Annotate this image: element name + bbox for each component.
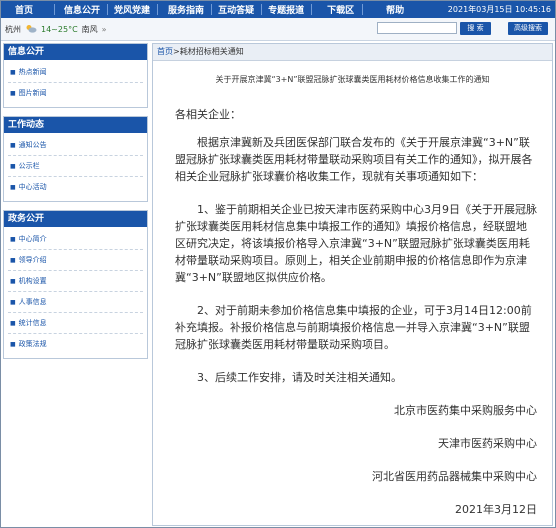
article-title: 关于开展京津冀“3+N”联盟冠脉扩张球囊类医用耗材价格信息收集工作的通知 xyxy=(215,75,490,84)
sidebar-item-hot-news[interactable]: ■ 热点新闻 xyxy=(8,62,143,83)
sidebar-item-notices[interactable]: ■ 通知公告 xyxy=(8,135,143,156)
signature-date: 2021年3月12日 xyxy=(455,503,537,516)
sidebar-item-organization[interactable]: ■ 机构设置 xyxy=(8,271,143,292)
breadcrumb: 首页>耗材招标相关通知 xyxy=(153,44,552,61)
search-button[interactable]: 搜 索 xyxy=(460,22,491,35)
weather-city: 杭州 xyxy=(5,25,21,34)
article-paragraph: 3、后续工作安排，请及时关注相关通知。 xyxy=(197,371,402,384)
signature-org: 河北省医用药品器械集中采购中心 xyxy=(372,470,537,483)
sidebar-item-leaders[interactable]: ■ 领导介绍 xyxy=(8,250,143,271)
main-content: 首页>耗材招标相关通知 关于开展京津冀“3+N”联盟冠脉扩张球囊类医用耗材价格信… xyxy=(152,43,553,526)
article-paragraph: 根据京津冀新及兵团医保部门联合发布的《关于开展京津冀“3+N”联盟冠脉扩张球囊类… xyxy=(175,136,533,183)
sidebar-item-intro[interactable]: ■ 中心简介 xyxy=(8,229,143,250)
advanced-search-button[interactable]: 高级搜索 xyxy=(508,22,548,35)
chevron-right-icon: » xyxy=(101,25,107,34)
sidebar-panel-title: 政务公开 xyxy=(4,211,147,227)
sidebar-item-photo-news[interactable]: ■ 图片新闻 xyxy=(8,83,143,103)
nav-separator xyxy=(157,4,159,15)
sidebar-item-policies[interactable]: ■ 政策法规 xyxy=(8,334,143,354)
nav-home[interactable]: 首页 xyxy=(15,3,33,16)
nav-separator xyxy=(211,4,213,15)
bullet-icon: ■ xyxy=(10,319,16,327)
bullet-icon: ■ xyxy=(10,235,16,243)
nav-separator xyxy=(362,4,364,15)
bullet-icon: ■ xyxy=(10,162,16,170)
sidebar-item-statistics[interactable]: ■ 统计信息 xyxy=(8,313,143,334)
nav-info-public[interactable]: 信息公开 xyxy=(64,3,100,16)
weather-widget: 杭州 14~25°C 南风 » xyxy=(5,24,107,35)
bullet-icon: ■ xyxy=(10,183,16,191)
sidebar-panel-info: 信息公开 ■ 热点新闻 ■ 图片新闻 xyxy=(3,43,148,108)
nav-qa[interactable]: 互动答疑 xyxy=(218,3,254,16)
page: 首页 信息公开 党风党建 服务指南 互动答疑 专题报道 下载区 帮助 2021年… xyxy=(0,0,556,528)
bullet-icon: ■ xyxy=(10,340,16,348)
signature-org: 天津市医药采购中心 xyxy=(438,437,537,450)
breadcrumb-home[interactable]: 首页 xyxy=(157,47,173,56)
nav-separator xyxy=(107,4,109,15)
weather-wind: 南风 xyxy=(81,25,98,34)
signature-org: 北京市医药集中采购服务中心 xyxy=(394,404,537,417)
nav-separator xyxy=(311,4,313,15)
breadcrumb-current: 耗材招标相关通知 xyxy=(179,47,244,56)
nav-party[interactable]: 党风党建 xyxy=(114,3,150,16)
nav-download[interactable]: 下载区 xyxy=(327,3,354,16)
nav-service-guide[interactable]: 服务指南 xyxy=(168,3,204,16)
weather-temp: 14~25°C xyxy=(41,25,78,34)
search-input[interactable] xyxy=(377,22,457,34)
top-nav: 首页 信息公开 党风党建 服务指南 互动答疑 专题报道 下载区 帮助 2021年… xyxy=(1,1,555,18)
article-paragraph: 2、对于前期未参加价格信息集中填报的企业，可于3月14日12:00前补充填报。补… xyxy=(175,304,532,351)
nav-help[interactable]: 帮助 xyxy=(386,3,404,16)
bullet-icon: ■ xyxy=(10,68,16,76)
nav-separator xyxy=(261,4,263,15)
bullet-icon: ■ xyxy=(10,256,16,264)
breadcrumb-separator: > xyxy=(173,47,180,56)
sidebar-item-bulletin[interactable]: ■ 公示栏 xyxy=(8,156,143,177)
bullet-icon: ■ xyxy=(10,277,16,285)
utility-bar: 杭州 14~25°C 南风 » 搜 索 高级搜索 xyxy=(1,18,555,41)
bullet-icon: ■ xyxy=(10,298,16,306)
article-body: 各相关企业： 根据京津冀新及兵团医保部门联合发布的《关于开展京津冀“3+N”联盟… xyxy=(175,106,537,518)
bullet-icon: ■ xyxy=(10,89,16,97)
sidebar-item-personnel[interactable]: ■ 人事信息 xyxy=(8,292,143,313)
sidebar-panel-gov: 政务公开 ■ 中心简介 ■ 领导介绍 ■ 机构设置 ■ 人事信息 ■ 统计信息 ■ 政策法规 xyxy=(3,210,148,359)
sidebar-panel-title: 工作动态 xyxy=(4,117,147,133)
article-greeting: 各相关企业： xyxy=(175,108,241,121)
sidebar: 信息公开 ■ 热点新闻 ■ 图片新闻 工作动态 ■ 通知公告 ■ 公示栏 ■ 中心活动 政… xyxy=(3,43,148,367)
bullet-icon: ■ xyxy=(10,141,16,149)
sidebar-panel-work: 工作动态 ■ 通知公告 ■ 公示栏 ■ 中心活动 xyxy=(3,116,148,202)
sidebar-panel-title: 信息公开 xyxy=(4,44,147,60)
article-paragraph: 1、鉴于前期相关企业已按天津市医药采购中心3月9日《关于开展冠脉扩张球囊类医用耗… xyxy=(175,203,537,284)
sidebar-item-activities[interactable]: ■ 中心活动 xyxy=(8,177,143,197)
nav-separator xyxy=(54,4,56,15)
nav-special-report[interactable]: 专题报道 xyxy=(268,3,304,16)
datetime: 2021年03月15日 10:45:16 xyxy=(447,5,551,14)
weather-cloud-sun-icon xyxy=(25,24,37,35)
